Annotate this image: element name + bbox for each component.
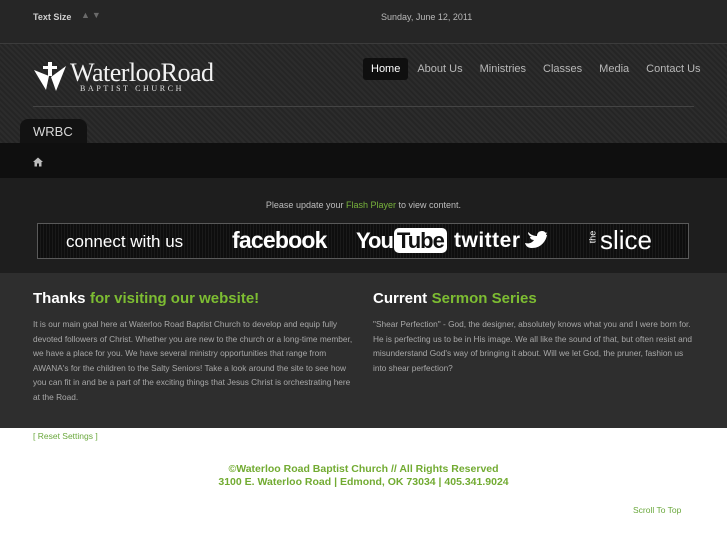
social-banner: connect with us facebook You Tube twitter… bbox=[37, 223, 689, 259]
nav-classes[interactable]: Classes bbox=[535, 58, 590, 80]
sermon-title-white: Current bbox=[373, 290, 428, 307]
footer-address: 3100 E. Waterloo Road | Edmond, OK 73034… bbox=[218, 476, 509, 488]
breadcrumb bbox=[0, 143, 727, 178]
youtube-you: You bbox=[356, 228, 394, 253]
reset-settings-link[interactable]: [ Reset Settings ] bbox=[33, 431, 98, 441]
welcome-title-green: for visiting our website! bbox=[89, 290, 260, 307]
footer-copyright: ©Waterloo Road Baptist Church // All Rig… bbox=[228, 463, 499, 475]
welcome-section: Thanks for visiting our website! It is o… bbox=[33, 290, 353, 405]
flash-message-suffix: to view content. bbox=[396, 200, 462, 210]
welcome-text: It is our main goal here at Waterloo Roa… bbox=[33, 319, 353, 402]
main-nav: Home About Us Ministries Classes Media C… bbox=[363, 58, 710, 80]
logo-mark-icon bbox=[34, 62, 66, 91]
flash-player-link[interactable]: Flash Player bbox=[346, 200, 396, 210]
home-icon[interactable] bbox=[33, 157, 43, 167]
top-bar: Text Size ▲▼ Sunday, June 12, 2011 bbox=[0, 0, 727, 43]
flash-message: Please update your Flash Player to view … bbox=[0, 200, 727, 210]
twitter-text: twitter bbox=[454, 229, 521, 252]
text-size-arrows-icon[interactable]: ▲▼ bbox=[81, 10, 103, 20]
youtube-tube: Tube bbox=[393, 228, 447, 253]
the-slice-link[interactable]: slice bbox=[600, 225, 652, 256]
twitter-bird-icon bbox=[524, 231, 547, 248]
logo-subtitle: BAPTIST CHURCH bbox=[80, 84, 185, 93]
sermon-title-green: Sermon Series bbox=[431, 290, 537, 307]
tab-wrbc[interactable]: WRBC bbox=[20, 119, 87, 144]
youtube-link[interactable]: You Tube bbox=[356, 228, 447, 254]
twitter-link[interactable]: twitter bbox=[454, 229, 547, 253]
nav-contact-us[interactable]: Contact Us bbox=[638, 58, 708, 80]
sermon-text: "Shear Perfection" - God, the designer, … bbox=[373, 319, 692, 373]
sermon-heading: Current Sermon Series bbox=[373, 290, 695, 308]
current-date: Sunday, June 12, 2011 bbox=[381, 12, 473, 22]
header-divider bbox=[33, 106, 694, 107]
site-logo[interactable]: WaterlooRoad BAPTIST CHURCH bbox=[32, 58, 214, 98]
banner-connect-text: connect with us bbox=[66, 232, 184, 251]
text-size-label: Text Size bbox=[33, 12, 72, 22]
nav-home[interactable]: Home bbox=[363, 58, 409, 80]
welcome-heading: Thanks for visiting our website! bbox=[33, 290, 353, 308]
nav-media[interactable]: Media bbox=[591, 58, 637, 80]
slice-the-text: the bbox=[587, 230, 598, 244]
site-header: WaterlooRoad BAPTIST CHURCH Home About U… bbox=[0, 43, 727, 143]
facebook-link[interactable]: facebook bbox=[232, 227, 327, 254]
flash-message-prefix: Please update your bbox=[265, 200, 346, 210]
sermon-section: Current Sermon Series "Shear Perfection"… bbox=[373, 290, 695, 375]
welcome-title-white: Thanks bbox=[33, 290, 86, 307]
nav-about-us[interactable]: About Us bbox=[409, 58, 470, 80]
nav-ministries[interactable]: Ministries bbox=[472, 58, 534, 80]
scroll-to-top-link[interactable]: Scroll To Top bbox=[633, 505, 681, 515]
